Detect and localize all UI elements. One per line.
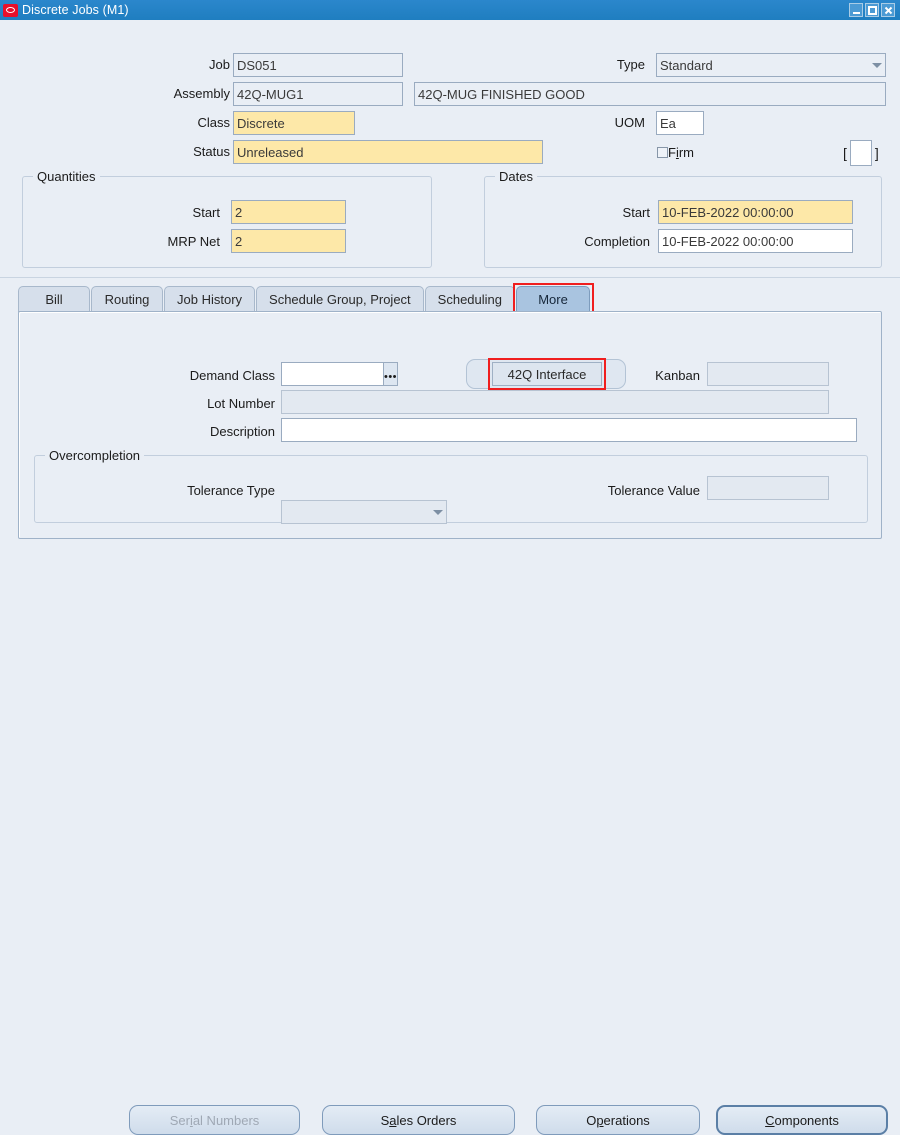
assembly-description-input[interactable] xyxy=(414,82,886,106)
class-input[interactable] xyxy=(233,111,355,135)
checkbox-icon[interactable] xyxy=(657,147,668,158)
minimize-icon[interactable] xyxy=(849,3,863,17)
description-label: Description xyxy=(209,424,275,439)
tolerance-type-label: Tolerance Type xyxy=(187,483,275,498)
chevron-down-icon xyxy=(433,510,443,515)
firm-checkbox-group[interactable]: Firm xyxy=(657,145,694,160)
status-label: Status xyxy=(193,144,230,159)
q42-interface-button[interactable]: 42Q Interface xyxy=(492,362,602,386)
list-of-values-icon[interactable]: ••• xyxy=(384,362,398,386)
tab-more[interactable]: More xyxy=(516,286,590,312)
tolerance-type-dropdown[interactable] xyxy=(281,500,447,524)
demand-class-label: Demand Class xyxy=(189,368,275,383)
maximize-icon[interactable] xyxy=(865,3,879,17)
bracket-field-group[interactable]: [ ] xyxy=(843,140,879,166)
bracket-left: [ xyxy=(843,145,847,161)
chevron-down-icon xyxy=(872,63,882,68)
bracket-input[interactable] xyxy=(849,140,872,166)
assembly-label: Assembly xyxy=(173,86,230,101)
components-button[interactable]: Components xyxy=(716,1105,888,1135)
operations-button[interactable]: Operations xyxy=(536,1105,700,1135)
oracle-logo-icon xyxy=(3,3,18,17)
job-label: Job xyxy=(209,57,230,72)
window-title: Discrete Jobs (M1) xyxy=(22,3,129,17)
dates-legend: Dates xyxy=(495,169,537,184)
uom-input[interactable] xyxy=(656,111,704,135)
bracket-right: ] xyxy=(874,145,879,161)
class-label: Class xyxy=(197,115,230,130)
type-dropdown[interactable] xyxy=(656,53,886,77)
tolerance-type-input[interactable] xyxy=(281,500,447,524)
tab-scheduling[interactable]: Scheduling xyxy=(424,286,515,312)
dates-completion-input[interactable] xyxy=(658,229,853,253)
tab-bill[interactable]: Bill xyxy=(18,286,90,312)
overcompletion-legend: Overcompletion xyxy=(45,448,145,463)
demand-class-field-group[interactable]: ••• xyxy=(281,362,398,386)
dates-start-input[interactable] xyxy=(658,200,853,224)
lot-number-label: Lot Number xyxy=(207,396,275,411)
tab-job-history[interactable]: Job History xyxy=(164,286,256,312)
section-divider xyxy=(0,277,900,278)
tab-schedule-group-project[interactable]: Schedule Group, Project xyxy=(256,286,424,312)
operations-label: Operations xyxy=(586,1112,650,1128)
assembly-input[interactable] xyxy=(233,82,403,106)
quantities-start-input[interactable] xyxy=(231,200,346,224)
tolerance-value-input[interactable] xyxy=(707,476,829,500)
components-label: Components xyxy=(765,1112,839,1128)
description-input[interactable] xyxy=(281,418,857,442)
type-label: Type xyxy=(616,57,645,72)
tabstrip: Bill Routing Job History Schedule Group,… xyxy=(18,283,594,315)
sales-orders-button[interactable]: Sales Orders xyxy=(322,1105,515,1135)
close-icon[interactable] xyxy=(881,3,895,17)
status-input[interactable] xyxy=(233,140,543,164)
mrp-net-input[interactable] xyxy=(231,229,346,253)
kanban-label: Kanban xyxy=(655,368,700,383)
uom-label: UOM xyxy=(614,115,645,130)
serial-numbers-label: Serial Numbers xyxy=(169,1112,260,1128)
dates-completion-label: Completion xyxy=(584,234,650,249)
footer-button-bar: Serial Numbers Sales Orders Operations C… xyxy=(0,552,900,1135)
dates-start-label: Start xyxy=(622,205,650,220)
kanban-input[interactable] xyxy=(707,362,829,386)
window-titlebar: Discrete Jobs (M1) xyxy=(0,0,900,20)
job-input[interactable] xyxy=(233,53,403,77)
mrp-net-label: MRP Net xyxy=(167,234,221,249)
sales-orders-label: Sales Orders xyxy=(380,1112,457,1128)
quantities-group: Quantities xyxy=(22,169,432,268)
quantities-legend: Quantities xyxy=(33,169,100,184)
lot-number-input[interactable] xyxy=(281,390,829,414)
type-input[interactable] xyxy=(656,53,886,77)
serial-numbers-button[interactable]: Serial Numbers xyxy=(129,1105,300,1135)
quantities-start-label: Start xyxy=(192,205,220,220)
window-controls xyxy=(849,3,897,17)
tolerance-value-label: Tolerance Value xyxy=(607,483,700,498)
firm-label: Firm xyxy=(668,145,695,160)
demand-class-input[interactable] xyxy=(281,362,384,386)
tab-routing[interactable]: Routing xyxy=(91,286,163,312)
